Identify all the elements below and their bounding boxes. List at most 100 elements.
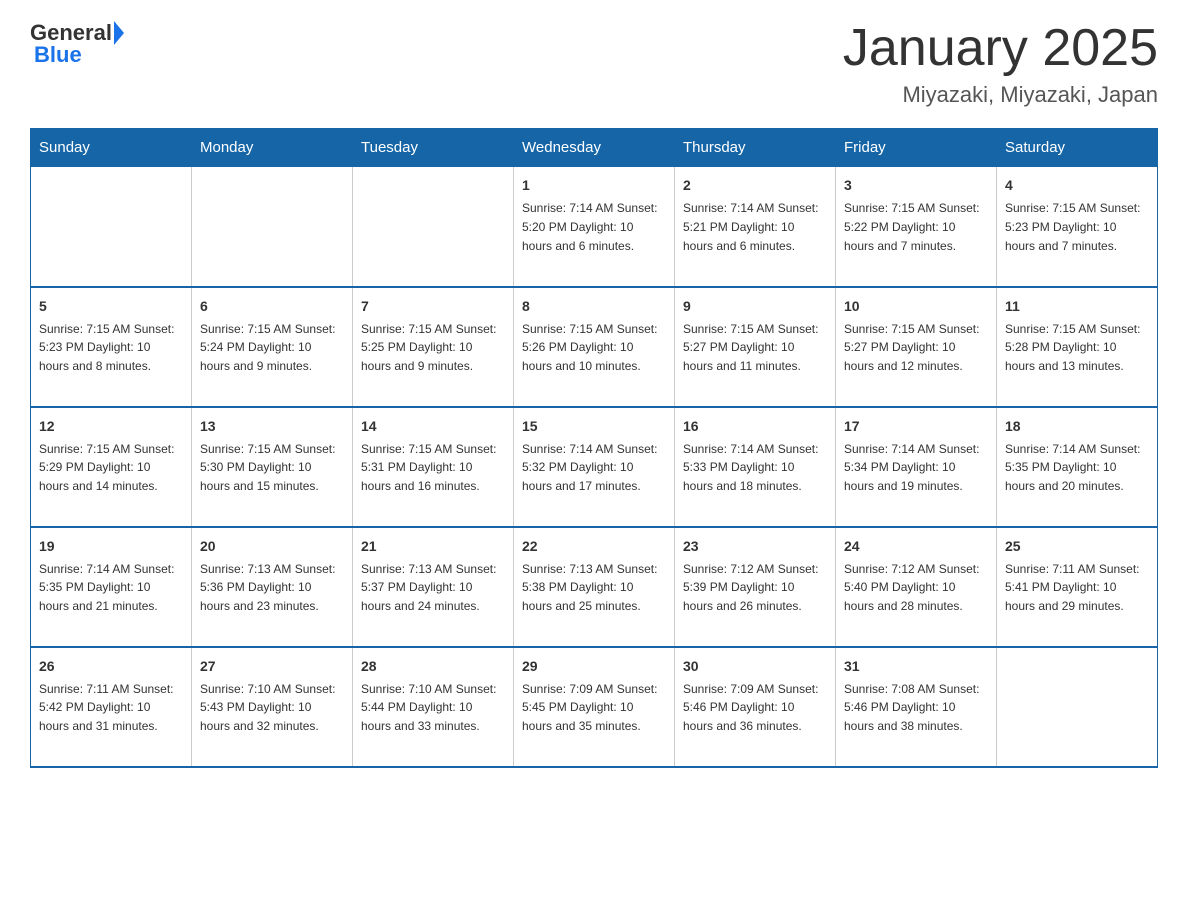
calendar-cell: [997, 647, 1158, 767]
day-info: Sunrise: 7:15 AM Sunset: 5:23 PM Dayligh…: [39, 322, 174, 374]
day-number: 19: [39, 536, 183, 557]
day-info: Sunrise: 7:14 AM Sunset: 5:21 PM Dayligh…: [683, 201, 818, 253]
day-number: 22: [522, 536, 666, 557]
day-number: 10: [844, 296, 988, 317]
calendar-cell: 27 Sunrise: 7:10 AM Sunset: 5:43 PM Dayli…: [192, 647, 353, 767]
day-number: 13: [200, 416, 344, 437]
day-info: Sunrise: 7:13 AM Sunset: 5:38 PM Dayligh…: [522, 562, 657, 614]
calendar-cell: 13 Sunrise: 7:15 AM Sunset: 5:30 PM Dayli…: [192, 407, 353, 527]
day-header-tuesday: Tuesday: [353, 129, 514, 167]
day-number: 2: [683, 175, 827, 196]
day-info: Sunrise: 7:13 AM Sunset: 5:36 PM Dayligh…: [200, 562, 335, 614]
day-number: 18: [1005, 416, 1149, 437]
day-info: Sunrise: 7:15 AM Sunset: 5:23 PM Dayligh…: [1005, 201, 1140, 253]
day-info: Sunrise: 7:15 AM Sunset: 5:24 PM Dayligh…: [200, 322, 335, 374]
day-info: Sunrise: 7:09 AM Sunset: 5:45 PM Dayligh…: [522, 682, 657, 734]
day-info: Sunrise: 7:08 AM Sunset: 5:46 PM Dayligh…: [844, 682, 979, 734]
day-header-friday: Friday: [836, 129, 997, 167]
day-number: 12: [39, 416, 183, 437]
calendar-cell: 14Sunrise: 7:15 AM Sunset: 5:31 PM Dayli…: [353, 407, 514, 527]
day-info: Sunrise: 7:15 AM Sunset: 5:22 PM Dayligh…: [844, 201, 979, 253]
day-info: Sunrise: 7:11 AM Sunset: 5:42 PM Dayligh…: [39, 682, 174, 734]
day-number: 20: [200, 536, 344, 557]
location-subtitle: Miyazaki, Miyazaki, Japan: [843, 82, 1158, 108]
calendar-cell: 5 Sunrise: 7:15 AM Sunset: 5:23 PM Daylig…: [31, 287, 192, 407]
day-info: Sunrise: 7:14 AM Sunset: 5:34 PM Dayligh…: [844, 442, 979, 494]
day-number: 21: [361, 536, 505, 557]
calendar-header-row: SundayMondayTuesdayWednesdayThursdayFrid…: [31, 129, 1158, 167]
day-info: Sunrise: 7:15 AM Sunset: 5:26 PM Dayligh…: [522, 322, 657, 374]
day-number: 30: [683, 656, 827, 677]
day-header-wednesday: Wednesday: [514, 129, 675, 167]
day-info: Sunrise: 7:11 AM Sunset: 5:41 PM Dayligh…: [1005, 562, 1140, 614]
day-number: 6: [200, 296, 344, 317]
calendar-week-row: 19 Sunrise: 7:14 AM Sunset: 5:35 PM Dayli…: [31, 527, 1158, 647]
calendar-cell: 20 Sunrise: 7:13 AM Sunset: 5:36 PM Dayli…: [192, 527, 353, 647]
calendar-week-row: 1Sunrise: 7:14 AM Sunset: 5:20 PM Daylig…: [31, 167, 1158, 287]
calendar-cell: 28Sunrise: 7:10 AM Sunset: 5:44 PM Dayli…: [353, 647, 514, 767]
calendar-cell: 21 Sunrise: 7:13 AM Sunset: 5:37 PM Dayli…: [353, 527, 514, 647]
calendar-cell: 8 Sunrise: 7:15 AM Sunset: 5:26 PM Daylig…: [514, 287, 675, 407]
day-number: 28: [361, 656, 505, 677]
logo-blue-text: Blue: [34, 42, 82, 67]
calendar-cell: 3 Sunrise: 7:15 AM Sunset: 5:22 PM Daylig…: [836, 167, 997, 287]
day-info: Sunrise: 7:15 AM Sunset: 5:25 PM Dayligh…: [361, 322, 496, 374]
calendar-cell: 10 Sunrise: 7:15 AM Sunset: 5:27 PM Dayli…: [836, 287, 997, 407]
calendar-cell: 18Sunrise: 7:14 AM Sunset: 5:35 PM Dayli…: [997, 407, 1158, 527]
day-info: Sunrise: 7:13 AM Sunset: 5:37 PM Dayligh…: [361, 562, 496, 614]
calendar-cell: 22 Sunrise: 7:13 AM Sunset: 5:38 PM Dayli…: [514, 527, 675, 647]
day-number: 31: [844, 656, 988, 677]
day-header-thursday: Thursday: [675, 129, 836, 167]
day-number: 3: [844, 175, 988, 196]
calendar-cell: 1Sunrise: 7:14 AM Sunset: 5:20 PM Daylig…: [514, 167, 675, 287]
day-number: 24: [844, 536, 988, 557]
day-number: 8: [522, 296, 666, 317]
calendar-cell: 31 Sunrise: 7:08 AM Sunset: 5:46 PM Dayli…: [836, 647, 997, 767]
day-info: Sunrise: 7:14 AM Sunset: 5:20 PM Dayligh…: [522, 201, 657, 253]
calendar-cell: 30 Sunrise: 7:09 AM Sunset: 5:46 PM Dayli…: [675, 647, 836, 767]
calendar-cell: [353, 167, 514, 287]
day-number: 16: [683, 416, 827, 437]
page-header: General Blue January 2025 Miyazaki, Miya…: [30, 20, 1158, 108]
calendar-cell: 9Sunrise: 7:15 AM Sunset: 5:27 PM Daylig…: [675, 287, 836, 407]
day-number: 23: [683, 536, 827, 557]
calendar-cell: 29Sunrise: 7:09 AM Sunset: 5:45 PM Dayli…: [514, 647, 675, 767]
day-info: Sunrise: 7:14 AM Sunset: 5:32 PM Dayligh…: [522, 442, 657, 494]
title-block: January 2025 Miyazaki, Miyazaki, Japan: [843, 20, 1158, 108]
calendar-cell: 2 Sunrise: 7:14 AM Sunset: 5:21 PM Daylig…: [675, 167, 836, 287]
calendar-cell: 16 Sunrise: 7:14 AM Sunset: 5:33 PM Dayli…: [675, 407, 836, 527]
calendar-cell: 23Sunrise: 7:12 AM Sunset: 5:39 PM Dayli…: [675, 527, 836, 647]
calendar-cell: [192, 167, 353, 287]
day-number: 11: [1005, 296, 1149, 317]
calendar-cell: 6 Sunrise: 7:15 AM Sunset: 5:24 PM Daylig…: [192, 287, 353, 407]
day-header-sunday: Sunday: [31, 129, 192, 167]
day-info: Sunrise: 7:15 AM Sunset: 5:31 PM Dayligh…: [361, 442, 496, 494]
logo: General Blue: [30, 20, 124, 68]
day-info: Sunrise: 7:10 AM Sunset: 5:43 PM Dayligh…: [200, 682, 335, 734]
day-number: 26: [39, 656, 183, 677]
calendar-cell: 4 Sunrise: 7:15 AM Sunset: 5:23 PM Daylig…: [997, 167, 1158, 287]
calendar-week-row: 12 Sunrise: 7:15 AM Sunset: 5:29 PM Dayli…: [31, 407, 1158, 527]
day-number: 5: [39, 296, 183, 317]
logo-arrow-icon: [114, 21, 124, 45]
day-number: 25: [1005, 536, 1149, 557]
day-info: Sunrise: 7:15 AM Sunset: 5:27 PM Dayligh…: [844, 322, 979, 374]
calendar-week-row: 26 Sunrise: 7:11 AM Sunset: 5:42 PM Dayli…: [31, 647, 1158, 767]
day-number: 9: [683, 296, 827, 317]
day-info: Sunrise: 7:15 AM Sunset: 5:30 PM Dayligh…: [200, 442, 335, 494]
day-info: Sunrise: 7:14 AM Sunset: 5:33 PM Dayligh…: [683, 442, 818, 494]
day-info: Sunrise: 7:15 AM Sunset: 5:29 PM Dayligh…: [39, 442, 174, 494]
calendar-cell: 19 Sunrise: 7:14 AM Sunset: 5:35 PM Dayli…: [31, 527, 192, 647]
calendar-cell: 11Sunrise: 7:15 AM Sunset: 5:28 PM Dayli…: [997, 287, 1158, 407]
calendar-cell: 17 Sunrise: 7:14 AM Sunset: 5:34 PM Dayli…: [836, 407, 997, 527]
day-info: Sunrise: 7:09 AM Sunset: 5:46 PM Dayligh…: [683, 682, 818, 734]
calendar-table: SundayMondayTuesdayWednesdayThursdayFrid…: [30, 128, 1158, 768]
day-number: 27: [200, 656, 344, 677]
day-header-saturday: Saturday: [997, 129, 1158, 167]
day-number: 17: [844, 416, 988, 437]
calendar-cell: 15Sunrise: 7:14 AM Sunset: 5:32 PM Dayli…: [514, 407, 675, 527]
day-info: Sunrise: 7:14 AM Sunset: 5:35 PM Dayligh…: [39, 562, 174, 614]
day-number: 4: [1005, 175, 1149, 196]
calendar-cell: [31, 167, 192, 287]
calendar-cell: 12 Sunrise: 7:15 AM Sunset: 5:29 PM Dayli…: [31, 407, 192, 527]
